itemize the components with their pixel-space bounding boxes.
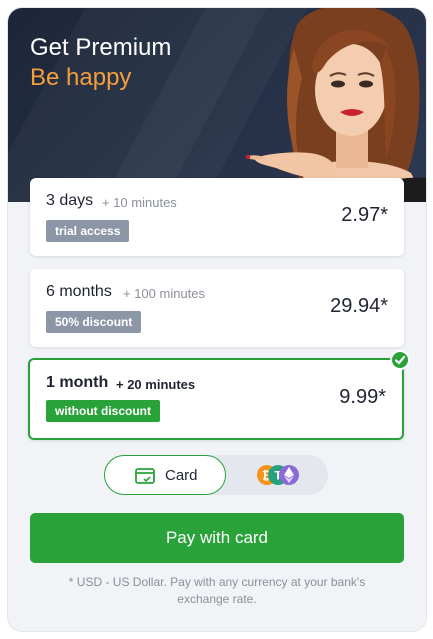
plan-badge: trial access — [46, 220, 130, 242]
card-icon — [135, 468, 155, 484]
plan-period: 1 month — [46, 374, 109, 391]
page-subtitle: Be happy — [30, 64, 132, 91]
hero-banner: Get Premium Be happy — [8, 8, 426, 202]
plan-price: 9.99* — [339, 386, 386, 408]
plan-option-6-months[interactable]: 6 months + 100 minutes 50% discount 29.9… — [30, 269, 404, 347]
plan-bonus-minutes: + 100 minutes — [123, 286, 206, 301]
plan-badge: without discount — [46, 400, 160, 422]
crypto-payment-option[interactable]: ₿ T — [256, 464, 300, 486]
plan-badge: 50% discount — [46, 311, 142, 333]
payment-method-toggle: Card ₿ T — [104, 455, 328, 495]
premium-modal: Get Premium Be happy 3 days + 10 minutes… — [8, 8, 426, 631]
selected-check-icon — [390, 350, 410, 370]
card-option-label: Card — [165, 467, 198, 484]
currency-footnote: * USD - US Dollar. Pay with any currency… — [68, 575, 366, 606]
plan-period: 6 months — [46, 283, 112, 300]
plan-option-1-month[interactable]: 1 month + 20 minutes without discount 9.… — [28, 350, 410, 440]
card-payment-option[interactable]: Card — [104, 455, 226, 495]
pay-with-card-button[interactable]: Pay with card — [30, 513, 404, 563]
plan-option-3-days[interactable]: 3 days + 10 minutes trial access 2.97* — [30, 178, 404, 256]
plan-bonus-minutes: + 10 minutes — [102, 195, 177, 210]
plan-price: 29.94* — [330, 295, 388, 317]
promo-woman-image — [245, 8, 426, 202]
plan-bonus-minutes: + 20 minutes — [116, 377, 196, 392]
page-title: Get Premium — [30, 34, 172, 61]
plan-price: 2.97* — [341, 204, 388, 226]
plan-period: 3 days — [46, 192, 94, 209]
